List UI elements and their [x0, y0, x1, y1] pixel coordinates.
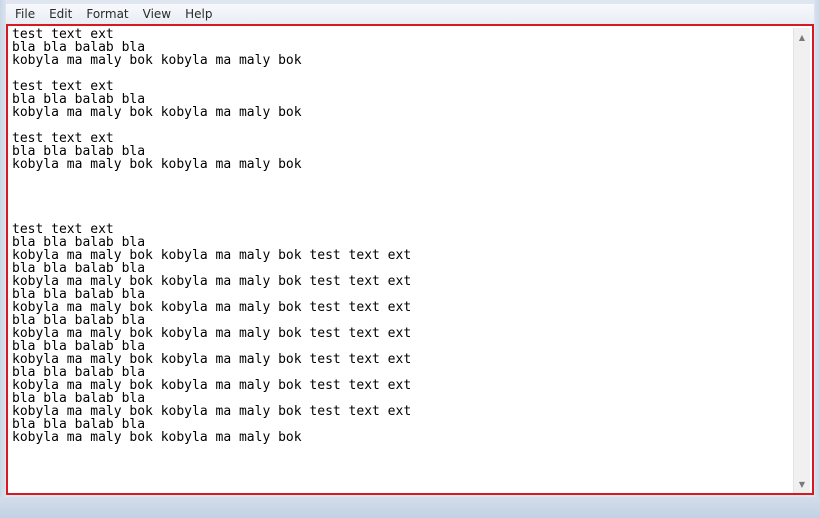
notepad-window: File Edit Format View Help test text ext… [0, 0, 820, 518]
menu-bar: File Edit Format View Help [6, 4, 814, 24]
menu-help[interactable]: Help [178, 4, 219, 24]
arrow-down-icon[interactable]: ▼ [794, 476, 810, 492]
editor-text[interactable]: test text ext bla bla balab bla kobyla ma … [12, 28, 792, 488]
editor-line: kobyla ma maly bok kobyla ma maly bok [12, 157, 302, 172]
menu-format[interactable]: Format [79, 4, 135, 24]
editor-line: kobyla ma maly bok kobyla ma maly bok [12, 430, 302, 445]
vertical-scrollbar[interactable]: ▲ ▼ [793, 28, 810, 493]
menu-view[interactable]: View [136, 4, 178, 24]
menu-file[interactable]: File [6, 4, 42, 24]
text-editor-area[interactable]: test text ext bla bla balab bla kobyla ma … [6, 24, 814, 495]
arrow-up-icon[interactable]: ▲ [794, 29, 810, 45]
window-frame-right [814, 0, 820, 518]
editor-line: kobyla ma maly bok kobyla ma maly bok [12, 105, 302, 120]
editor-line: kobyla ma maly bok kobyla ma maly bok [12, 53, 302, 68]
menu-edit[interactable]: Edit [42, 4, 79, 24]
window-frame-bottom [0, 497, 820, 518]
